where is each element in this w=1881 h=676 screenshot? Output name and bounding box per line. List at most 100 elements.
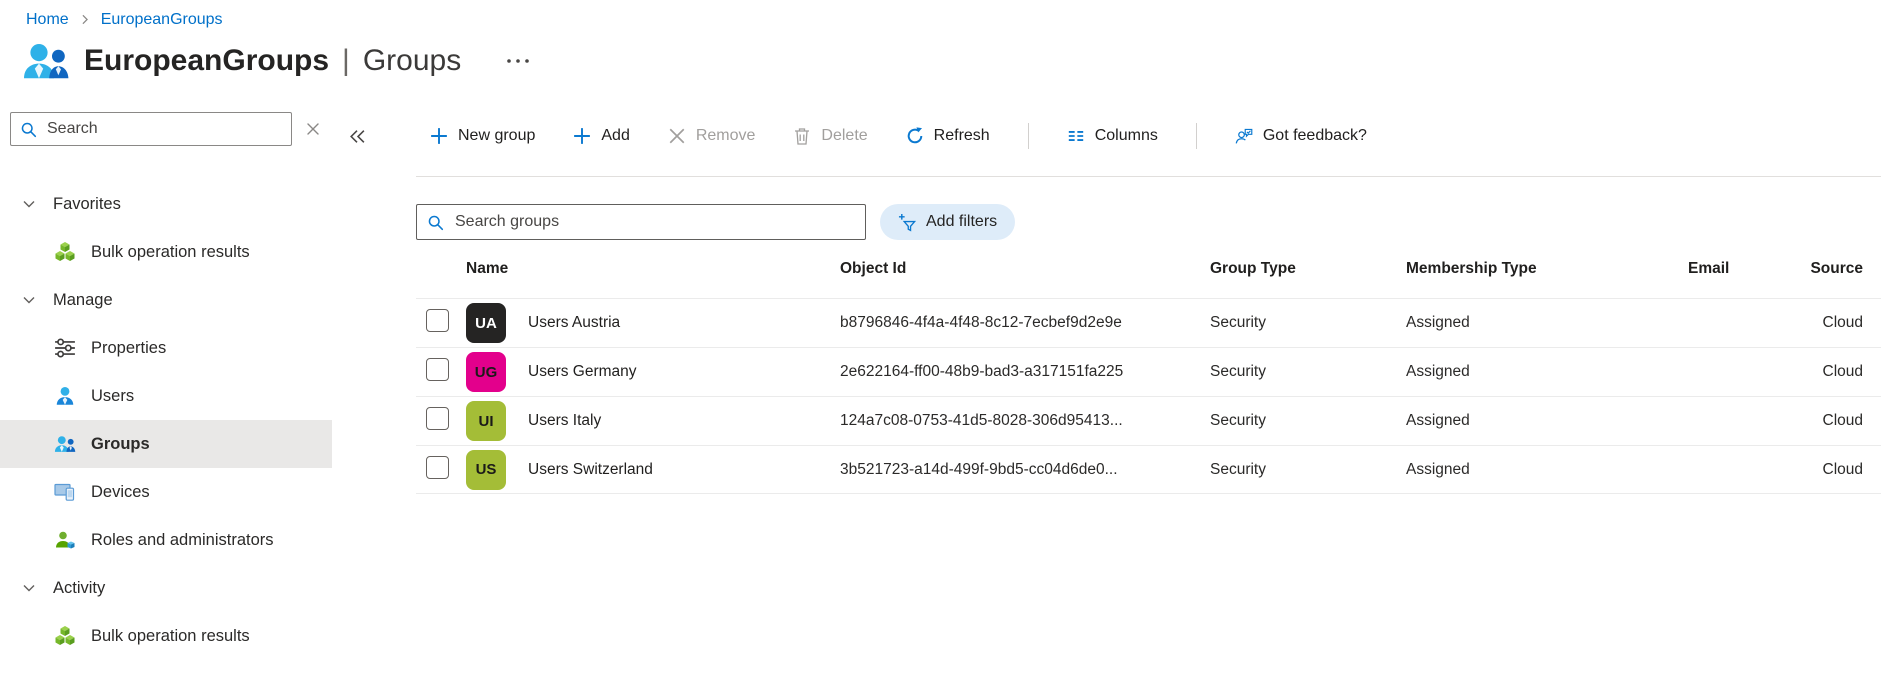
table-row[interactable]: UG Users Germany 2e622164-ff00-48b9-bad3-a… bbox=[416, 347, 1881, 396]
sidebar-item-bulk-operation-results[interactable]: Bulk operation results bbox=[0, 612, 332, 660]
sidebar-section-label: Favorites bbox=[53, 194, 121, 213]
sidebar-search-input[interactable] bbox=[45, 119, 282, 139]
group-object-id: 3b521723-a14d-499f-9bd5-cc04d6de0... bbox=[840, 460, 1118, 478]
row-checkbox[interactable] bbox=[426, 407, 449, 430]
refresh-icon bbox=[906, 127, 924, 145]
checkbox-cell bbox=[416, 407, 466, 435]
group-type: Security bbox=[1210, 314, 1266, 331]
roles-icon bbox=[54, 529, 76, 551]
row-checkbox[interactable] bbox=[426, 309, 449, 332]
toolbar-button-columns[interactable]: Columns bbox=[1067, 127, 1158, 145]
clear-search-icon[interactable] bbox=[306, 122, 320, 136]
sidebar-search-row bbox=[0, 96, 332, 176]
cubes-icon bbox=[54, 625, 76, 647]
row-checkbox[interactable] bbox=[426, 455, 449, 479]
trash-icon bbox=[793, 127, 811, 145]
groups-search-input[interactable] bbox=[453, 212, 855, 232]
toolbar-button-add[interactable]: Add bbox=[573, 127, 630, 145]
sidebar-item-label: Bulk operation results bbox=[91, 242, 250, 261]
chevron-down-icon bbox=[22, 293, 36, 307]
group-name-link[interactable]: Users Austria bbox=[528, 314, 840, 332]
column-header-email[interactable]: Email bbox=[1656, 260, 1796, 278]
group-name-link[interactable]: Users Switzerland bbox=[528, 461, 840, 479]
sidebar-item-devices[interactable]: Devices bbox=[0, 468, 332, 516]
groups-table-body: UA Users Austria b8796846-4f4a-4f48-8c12-7… bbox=[416, 298, 1881, 494]
group-avatar: UG bbox=[466, 352, 506, 392]
group-name-link[interactable]: Users Germany bbox=[528, 363, 840, 381]
groups-table: Name Object Id Group Type Membership Typ… bbox=[416, 240, 1881, 494]
column-header-object-id[interactable]: Object Id bbox=[840, 260, 1210, 278]
group-source: Cloud bbox=[1822, 460, 1864, 478]
toolbar-button-label: Columns bbox=[1094, 127, 1158, 144]
group-source: Cloud bbox=[1822, 363, 1864, 380]
toolbar-button-label: Delete bbox=[821, 127, 868, 144]
page-title: EuropeanGroups | Groups bbox=[84, 44, 461, 78]
content: Favorites Bulk operation results Manage Pro… bbox=[0, 96, 1881, 660]
sidebar-item-roles-and-administrators[interactable]: Roles and administrators bbox=[0, 516, 332, 564]
breadcrumb-home-link[interactable]: Home bbox=[26, 11, 69, 29]
group-source: Cloud bbox=[1822, 412, 1864, 429]
toolbar-button-label: New group bbox=[458, 127, 536, 144]
toolbar-button-remove: Remove bbox=[668, 127, 756, 145]
chevron-right-icon bbox=[80, 13, 90, 26]
group-source: Cloud bbox=[1822, 314, 1864, 331]
group-membership-type: Assigned bbox=[1406, 363, 1470, 380]
search-icon bbox=[20, 121, 37, 138]
group-name-link[interactable]: Users Italy bbox=[528, 412, 840, 430]
groups-icon bbox=[22, 40, 70, 82]
group-object-id: 2e622164-ff00-48b9-bad3-a317151fa225 bbox=[840, 363, 1124, 380]
group-object-id: b8796846-4f4a-4f48-8c12-7ecbef9d2e9e bbox=[840, 314, 1122, 331]
sidebar: Favorites Bulk operation results Manage Pro… bbox=[0, 96, 332, 660]
group-membership-type: Assigned bbox=[1406, 460, 1470, 478]
checkbox-cell bbox=[416, 358, 466, 386]
sidebar-item-groups[interactable]: Groups bbox=[0, 420, 332, 468]
chevron-down-icon bbox=[22, 197, 36, 211]
collapse-sidebar-icon[interactable] bbox=[348, 129, 366, 144]
table-header: Name Object Id Group Type Membership Typ… bbox=[416, 240, 1881, 298]
column-header-name[interactable]: Name bbox=[466, 260, 840, 278]
toolbar-button-label: Got feedback? bbox=[1262, 127, 1367, 144]
sidebar-item-bulk-operation-results[interactable]: Bulk operation results bbox=[0, 228, 332, 276]
sidebar-nav: Favorites Bulk operation results Manage Pro… bbox=[0, 180, 332, 660]
table-row[interactable]: US Users Switzerland 3b521723-a14d-499f-9b… bbox=[416, 445, 1881, 494]
add-filters-button[interactable]: Add filters bbox=[880, 204, 1016, 240]
chevron-down-icon bbox=[22, 581, 36, 595]
toolbar-button-label: Refresh bbox=[933, 127, 990, 144]
checkbox-cell bbox=[416, 455, 466, 484]
toolbar-button-label: Remove bbox=[695, 127, 756, 144]
toolbar-divider bbox=[1195, 123, 1197, 149]
sidebar-item-users[interactable]: Users bbox=[0, 372, 332, 420]
group-type: Security bbox=[1210, 412, 1266, 429]
sidebar-item-label: Roles and administrators bbox=[91, 530, 274, 549]
toolbar-button-got-feedback[interactable]: Got feedback? bbox=[1235, 127, 1367, 145]
toolbar-button-delete: Delete bbox=[793, 127, 868, 145]
x-icon bbox=[668, 127, 686, 145]
command-bar: New group Add Remove Delete Refresh Columns Go… bbox=[332, 96, 1881, 176]
sliders-icon bbox=[54, 337, 76, 359]
toolbar-buttons: New group Add Remove Delete Refresh Columns Go… bbox=[430, 123, 1405, 149]
group-type: Security bbox=[1210, 460, 1266, 478]
main-panel: New group Add Remove Delete Refresh Columns Go… bbox=[332, 96, 1881, 660]
toolbar-button-refresh[interactable]: Refresh bbox=[906, 127, 990, 145]
group-type: Security bbox=[1210, 363, 1266, 380]
column-header-membership-type[interactable]: Membership Type bbox=[1406, 260, 1656, 278]
feedback-icon bbox=[1235, 127, 1253, 145]
column-header-group-type[interactable]: Group Type bbox=[1210, 260, 1406, 278]
more-options-icon[interactable] bbox=[505, 56, 531, 66]
sidebar-section-activity[interactable]: Activity bbox=[0, 564, 332, 612]
group-membership-type: Assigned bbox=[1406, 314, 1470, 331]
table-row[interactable]: UI Users Italy 124a7c08-0753-41d5-8028-306… bbox=[416, 396, 1881, 445]
sidebar-section-favorites[interactable]: Favorites bbox=[0, 180, 332, 228]
devices-icon bbox=[54, 481, 76, 503]
breadcrumb-current-link[interactable]: EuropeanGroups bbox=[101, 11, 223, 29]
toolbar-button-new-group[interactable]: New group bbox=[430, 127, 535, 145]
sidebar-item-properties[interactable]: Properties bbox=[0, 324, 332, 372]
row-checkbox[interactable] bbox=[426, 358, 449, 381]
sidebar-section-manage[interactable]: Manage bbox=[0, 276, 332, 324]
group-object-id: 124a7c08-0753-41d5-8028-306d95413... bbox=[840, 412, 1123, 429]
groups-search-box bbox=[416, 204, 866, 240]
sidebar-item-label: Users bbox=[91, 386, 135, 405]
table-row[interactable]: UA Users Austria b8796846-4f4a-4f48-8c12-7… bbox=[416, 298, 1881, 347]
column-header-source[interactable]: Source bbox=[1796, 260, 1881, 278]
group-avatar: UA bbox=[466, 303, 506, 343]
